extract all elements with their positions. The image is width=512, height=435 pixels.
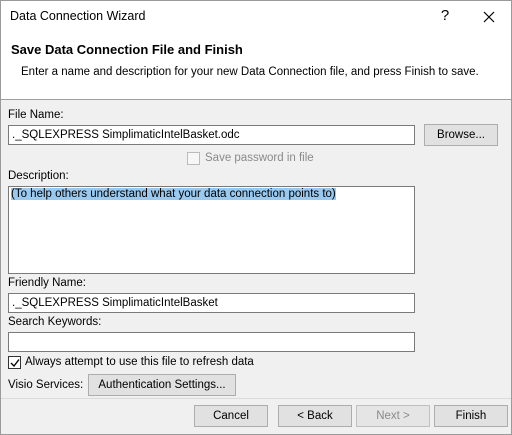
description-textarea[interactable]: (To help others understand what your dat… [8, 186, 415, 274]
browse-button[interactable]: Browse... [424, 124, 498, 146]
description-text: (To help others understand what your dat… [11, 188, 336, 200]
save-password-label: Save password in file [205, 152, 314, 164]
search-keywords-label: Search Keywords: [8, 316, 102, 328]
always-refresh-label: Always attempt to use this file to refre… [25, 356, 254, 368]
footer-divider [1, 398, 511, 399]
help-button[interactable]: ? [434, 5, 456, 27]
cancel-button[interactable]: Cancel [194, 405, 268, 427]
save-password-checkbox[interactable] [187, 152, 200, 165]
friendly-name-label: Friendly Name: [8, 277, 86, 289]
wizard-header: Save Data Connection File and Finish Ent… [1, 32, 511, 100]
page-title: Save Data Connection File and Finish [11, 42, 243, 57]
description-label: Description: [8, 170, 69, 182]
close-button[interactable] [475, 5, 503, 27]
file-name-label: File Name: [8, 109, 64, 121]
authentication-settings-button[interactable]: Authentication Settings... [88, 374, 236, 396]
checkmark-icon [10, 359, 20, 368]
next-button[interactable]: Next > [356, 405, 430, 427]
always-refresh-checkbox[interactable] [8, 356, 21, 369]
friendly-name-input[interactable]: ._SQLEXPRESS SimplimaticIntelBasket [8, 293, 415, 313]
search-keywords-input[interactable] [8, 332, 415, 352]
title-bar: Data Connection Wizard ? [1, 1, 511, 32]
finish-button[interactable]: Finish [434, 405, 508, 427]
back-button[interactable]: < Back [278, 405, 352, 427]
file-name-input[interactable]: ._SQLEXPRESS SimplimaticIntelBasket.odc [8, 125, 415, 145]
window-title: Data Connection Wizard [10, 9, 146, 23]
wizard-dialog: Data Connection Wizard ? Save Data Conne… [0, 0, 512, 435]
close-icon [483, 11, 495, 23]
visio-services-label: Visio Services: [8, 379, 84, 391]
page-description: Enter a name and description for your ne… [21, 66, 479, 78]
